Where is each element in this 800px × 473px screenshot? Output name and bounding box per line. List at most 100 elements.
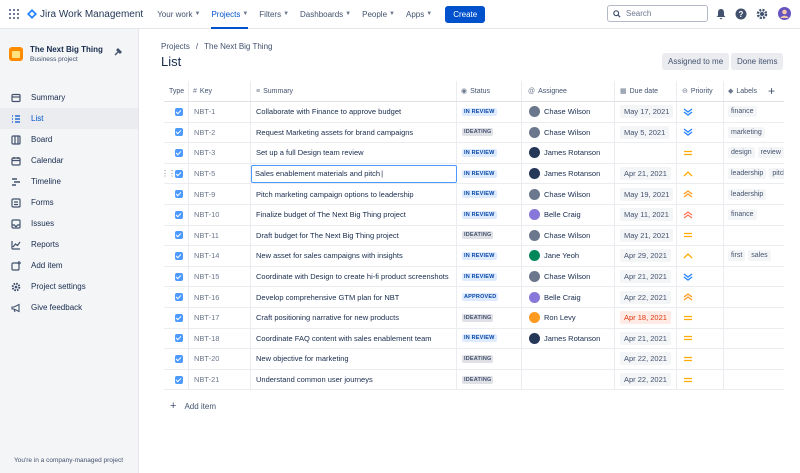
due-date-cell[interactable]: Apr 22, 2021	[620, 370, 671, 390]
labels-cell[interactable]: finance	[728, 102, 784, 122]
labels-cell[interactable]	[728, 308, 784, 328]
nav-people[interactable]: People ▼	[362, 0, 395, 29]
status-cell[interactable]: IN REVIEW	[462, 184, 497, 204]
due-date-cell[interactable]: Apr 21, 2021	[620, 329, 671, 349]
assignee-cell[interactable]: Jane Yeoh	[529, 246, 579, 266]
assignee-cell[interactable]: James Rotanson	[529, 329, 600, 349]
assignee-cell[interactable]: Chase Wilson	[529, 226, 590, 246]
table-row[interactable]: NBT-14 New asset for sales campaigns with…	[164, 246, 784, 267]
issue-summary[interactable]: Request Marketing assets for brand campa…	[256, 123, 413, 143]
table-row[interactable]: NBT-16 Develop comprehensive GTM plan for…	[164, 287, 784, 308]
status-cell[interactable]: IDEATING	[462, 226, 494, 246]
sidebar-item-calendar[interactable]: Calendar	[0, 150, 138, 171]
column-divider[interactable]	[456, 81, 457, 101]
type-cell[interactable]	[164, 267, 183, 287]
labels-cell[interactable]: leadershippitch	[728, 164, 784, 184]
status-cell[interactable]: IDEATING	[462, 308, 494, 328]
type-cell[interactable]	[164, 102, 183, 122]
labels-cell[interactable]: leadership	[728, 184, 784, 204]
due-date-cell[interactable]: May 21, 2021	[620, 226, 674, 246]
status-cell[interactable]: IN REVIEW	[462, 143, 497, 163]
header-key[interactable]: # Key	[193, 81, 212, 101]
priority-cell[interactable]	[683, 102, 693, 122]
add-column-icon[interactable]: +	[768, 81, 775, 101]
due-date-cell[interactable]: Apr 21, 2021	[620, 267, 671, 287]
priority-cell[interactable]	[683, 226, 693, 246]
sidebar-item-project-settings[interactable]: Project settings	[0, 276, 138, 297]
breadcrumb-project[interactable]: The Next Big Thing	[204, 42, 272, 51]
header-assignee[interactable]: @ Assignee	[528, 81, 567, 101]
issue-key[interactable]: NBT-2	[194, 123, 215, 143]
labels-cell[interactable]: finance	[728, 205, 784, 225]
user-avatar[interactable]	[778, 7, 791, 20]
nav-filters[interactable]: Filters ▼	[259, 0, 289, 29]
status-cell[interactable]: IN REVIEW	[462, 329, 497, 349]
status-cell[interactable]: APPROVED	[462, 287, 499, 307]
issue-key[interactable]: NBT-20	[194, 349, 219, 369]
type-cell[interactable]	[164, 349, 183, 369]
table-row[interactable]: NBT-18 Coordinate FAQ content with sales …	[164, 328, 784, 350]
column-divider[interactable]	[188, 81, 189, 101]
label-tag[interactable]: pitch	[769, 168, 784, 180]
column-divider[interactable]	[250, 81, 251, 101]
issue-summary[interactable]: New asset for sales campaigns with insig…	[256, 246, 403, 266]
add-item-button[interactable]: + Add item	[170, 400, 216, 412]
type-cell[interactable]	[164, 205, 183, 225]
header-priority[interactable]: ⊖ Priority	[682, 81, 713, 101]
type-cell[interactable]	[164, 123, 183, 143]
assignee-cell[interactable]: James Rotanson	[529, 164, 600, 184]
nav-apps[interactable]: Apps ▼	[406, 0, 432, 29]
priority-cell[interactable]	[683, 287, 693, 307]
issue-key[interactable]: NBT-9	[194, 184, 215, 204]
help-icon[interactable]: ?	[735, 8, 747, 20]
due-date-cell[interactable]: May 11, 2021	[620, 205, 673, 225]
status-cell[interactable]: IN REVIEW	[462, 164, 497, 184]
label-tag[interactable]: finance	[728, 106, 757, 118]
issue-key[interactable]: NBT-16	[194, 287, 219, 307]
label-tag[interactable]: finance	[728, 209, 757, 221]
table-row[interactable]: ⋮⋮ NBT-5 Sales enablement materials and pi…	[161, 163, 784, 185]
settings-gear-icon[interactable]	[756, 8, 768, 20]
label-tag[interactable]: first	[728, 250, 746, 262]
priority-cell[interactable]	[683, 370, 693, 390]
priority-cell[interactable]	[683, 205, 693, 225]
issue-summary[interactable]: Collaborate with Finance to approve budg…	[256, 102, 401, 122]
table-row[interactable]: NBT-20 New objective for marketing IDEATIN…	[164, 349, 784, 370]
issue-key[interactable]: NBT-1	[194, 102, 215, 122]
project-settings-icon[interactable]	[113, 47, 123, 57]
priority-cell[interactable]	[683, 164, 693, 184]
summary-edit-input[interactable]: Sales enablement materials and pitch |	[251, 164, 457, 183]
table-row[interactable]: NBT-17 Craft positioning narrative for ne…	[164, 307, 784, 329]
app-switcher-icon[interactable]	[9, 9, 19, 19]
due-date-cell[interactable]: May 5, 2021	[620, 123, 670, 143]
sidebar-item-add-item[interactable]: Add item	[0, 255, 138, 276]
issue-summary[interactable]: Finalize budget of The Next Big Thing pr…	[256, 205, 406, 225]
due-date-cell[interactable]: Apr 29, 2021	[620, 246, 671, 266]
type-cell[interactable]	[164, 184, 183, 204]
priority-cell[interactable]	[683, 143, 693, 163]
assignee-cell[interactable]: Chase Wilson	[529, 123, 590, 143]
status-cell[interactable]: IDEATING	[462, 123, 494, 143]
issue-key[interactable]: NBT-21	[194, 370, 219, 390]
sidebar-item-issues[interactable]: Issues	[0, 213, 138, 234]
labels-cell[interactable]	[728, 370, 784, 390]
sidebar-item-summary[interactable]: Summary	[0, 87, 138, 108]
create-button[interactable]: Create	[445, 5, 486, 23]
header-summary[interactable]: ≡ Summary	[256, 81, 293, 101]
priority-cell[interactable]	[683, 349, 693, 369]
type-cell[interactable]	[164, 143, 183, 163]
labels-cell[interactable]	[728, 287, 784, 307]
table-row[interactable]: NBT-11 Draft budget for The Next Big Thin…	[164, 225, 784, 247]
notifications-icon[interactable]	[715, 8, 727, 20]
column-divider[interactable]	[521, 81, 522, 101]
assignee-cell[interactable]: Chase Wilson	[529, 184, 590, 204]
breadcrumb-projects[interactable]: Projects	[161, 42, 190, 51]
issue-summary[interactable]: Understand common user journeys	[256, 370, 373, 390]
issue-summary[interactable]: Pitch marketing campaign options to lead…	[256, 184, 414, 204]
label-tag[interactable]: marketing	[728, 126, 765, 138]
type-cell[interactable]	[164, 164, 183, 184]
due-date-cell[interactable]: Apr 22, 2021	[620, 349, 671, 369]
table-row[interactable]: NBT-9 Pitch marketing campaign options to…	[164, 184, 784, 205]
product-logo[interactable]: Jira Work Management	[27, 9, 143, 20]
status-cell[interactable]: IDEATING	[462, 349, 494, 369]
